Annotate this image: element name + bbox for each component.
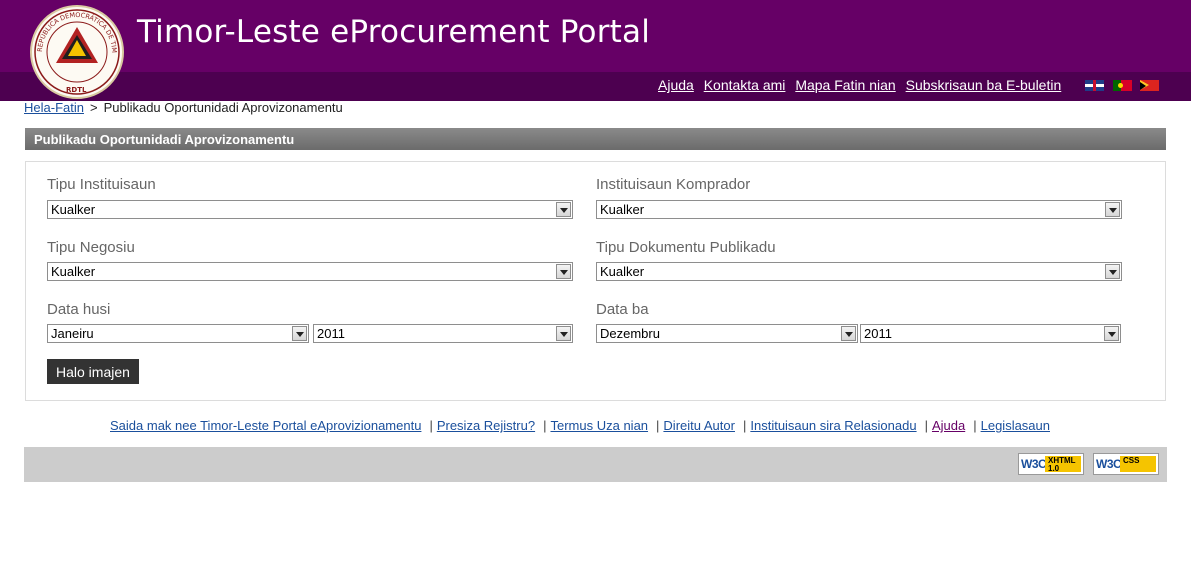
breadcrumb-separator: > [89, 100, 98, 115]
chevron-down-icon [556, 326, 571, 341]
flag-uk-icon[interactable] [1085, 80, 1104, 91]
document-type-select[interactable]: Kualker [596, 262, 1122, 281]
date-to-year-value: 2011 [864, 326, 892, 341]
business-type-select[interactable]: Kualker [47, 262, 573, 281]
w3c-xhtml-badge[interactable]: W3C XHTML 1.0 [1018, 453, 1084, 475]
chevron-down-icon [1104, 326, 1119, 341]
breadcrumb-current: Publikadu Oportunidadi Aprovizonamentu [103, 100, 343, 115]
footer-bar: W3C XHTML 1.0 W3C CSS [24, 447, 1167, 482]
chevron-down-icon [292, 326, 307, 341]
date-from-month-value: Janeiru [51, 326, 94, 341]
date-from-label: Data husi [47, 301, 111, 318]
search-button[interactable]: Halo imajen [47, 359, 139, 384]
footer-separator: | [429, 418, 433, 433]
date-from-year-value: 2011 [317, 326, 345, 341]
date-from-year-select[interactable]: 2011 [313, 324, 573, 343]
top-link-help[interactable]: Ajuda [658, 77, 694, 93]
panel-title: Publikadu Oportunidadi Aprovizonamentu [25, 128, 1166, 150]
w3c-logo: W3C [1096, 457, 1122, 471]
top-nav: Ajuda Kontakta ami Mapa Fatin nian Subsk… [658, 77, 1067, 93]
business-type-label: Tipu Negosiu [47, 239, 135, 256]
top-link-subscribe[interactable]: Subskrisaun ba E-buletin [906, 77, 1062, 93]
xhtml-tag: XHTML 1.0 [1045, 456, 1081, 473]
purchasing-institution-value: Kualker [600, 202, 645, 217]
purchasing-institution-select[interactable]: Kualker [596, 200, 1122, 219]
flag-portugal-icon[interactable] [1112, 80, 1132, 91]
date-from-month-select[interactable]: Janeiru [47, 324, 309, 343]
date-to-month-select[interactable]: Dezembru [596, 324, 858, 343]
institution-type-select[interactable]: Kualker [47, 200, 573, 219]
svg-text:RDTL: RDTL [66, 86, 87, 94]
document-type-label: Tipu Dokumentu Publikadu [596, 239, 776, 256]
chevron-down-icon [556, 264, 571, 279]
w3c-logo: W3C [1021, 457, 1047, 471]
chevron-down-icon [841, 326, 856, 341]
css-tag: CSS [1120, 456, 1156, 472]
top-link-sitemap[interactable]: Mapa Fatin nian [795, 77, 895, 93]
footer-separator: | [543, 418, 547, 433]
top-link-contact[interactable]: Kontakta ami [704, 77, 786, 93]
national-seal-logo: REPÚBLICA DEMOCRÁTICA DE TIMOR LESTE RDT… [30, 5, 124, 99]
footer-link-copyright[interactable]: Direitu Autor [663, 418, 735, 433]
document-type-value: Kualker [600, 264, 645, 279]
search-form: Tipu Instituisaun Kualker Instituisaun K… [25, 161, 1166, 401]
institution-type-value: Kualker [51, 202, 96, 217]
institution-type-label: Tipu Instituisaun [47, 176, 156, 193]
footer-link-related-institutions[interactable]: Instituisaun sira Relasionadu [750, 418, 916, 433]
chevron-down-icon [1105, 264, 1120, 279]
footer-separator: | [656, 418, 660, 433]
chevron-down-icon [556, 202, 571, 217]
flag-timor-leste-icon[interactable] [1140, 80, 1160, 91]
purchasing-institution-label: Instituisaun Komprador [596, 176, 751, 193]
footer-separator: | [973, 418, 977, 433]
chevron-down-icon [1105, 202, 1120, 217]
date-to-year-select[interactable]: 2011 [860, 324, 1121, 343]
footer-link-register[interactable]: Presiza Rejistru? [437, 418, 535, 433]
footer-link-help[interactable]: Ajuda [932, 418, 965, 433]
footer-link-terms[interactable]: Termus Uza nian [550, 418, 648, 433]
language-flags [1085, 80, 1164, 95]
breadcrumb-home-link[interactable]: Hela-Fatin [24, 100, 84, 115]
site-header: REPÚBLICA DEMOCRÁTICA DE TIMOR LESTE RDT… [0, 0, 1191, 101]
breadcrumb: Hela-Fatin > Publikadu Oportunidadi Aprovi… [24, 100, 343, 115]
w3c-css-badge[interactable]: W3C CSS [1093, 453, 1159, 475]
footer-separator: | [742, 418, 747, 433]
date-to-month-value: Dezembru [600, 326, 660, 341]
footer-link-about[interactable]: Saida mak nee Timor-Leste Portal eAprovi… [110, 418, 421, 433]
portal-title: Timor-Leste eProcurement Portal [137, 14, 651, 50]
date-to-label: Data ba [596, 301, 649, 318]
business-type-value: Kualker [51, 264, 96, 279]
footer-separator: | [924, 418, 928, 433]
footer-nav: Saida mak nee Timor-Leste Portal eAprovi… [110, 418, 1050, 433]
footer-link-legislation[interactable]: Legislasaun [981, 418, 1050, 433]
